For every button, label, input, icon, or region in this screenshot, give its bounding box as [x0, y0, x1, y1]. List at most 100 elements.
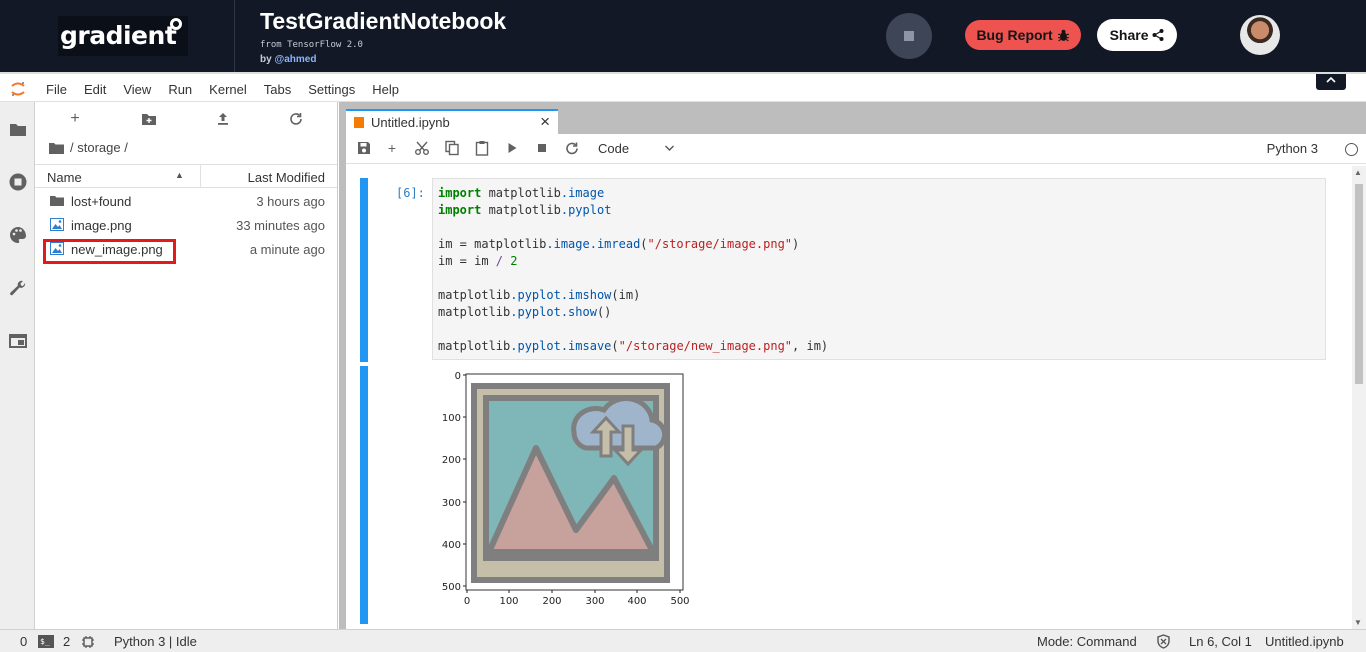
top-bar: gradient TestGradientNotebook from Tenso… [0, 0, 1366, 72]
save-icon[interactable] [356, 140, 372, 156]
menu-settings[interactable]: Settings [308, 82, 355, 97]
kernel-status[interactable]: Python 3 | Idle [114, 634, 197, 649]
column-divider [200, 165, 201, 188]
code-line: im = im / 2 [438, 254, 518, 268]
input-prompt: [6]: [396, 186, 425, 200]
cursor-position[interactable]: Ln 6, Col 1 [1189, 634, 1252, 649]
x-tick-label: 100 [499, 596, 518, 607]
x-tick-label: 500 [670, 596, 689, 607]
menu-tabs[interactable]: Tabs [264, 82, 291, 97]
chevron-up-icon [1326, 76, 1336, 83]
image-file-picture [471, 383, 670, 583]
code-line: im = matplotlib.image.imread("/storage/i… [438, 237, 800, 251]
bug-icon [1057, 29, 1069, 42]
paste-icon[interactable] [474, 140, 490, 156]
wrench-icon[interactable] [8, 278, 28, 298]
stop-icon[interactable] [534, 140, 550, 156]
collapse-header-button[interactable] [1316, 74, 1346, 90]
stop-icon [904, 31, 914, 41]
menu-run[interactable]: Run [168, 82, 192, 97]
code-cell-editor[interactable]: import matplotlib.image import matplotli… [432, 178, 1326, 360]
kernel-status-icon [1345, 143, 1358, 156]
close-icon[interactable]: × [540, 112, 550, 132]
code-line: import matplotlib.image [438, 186, 605, 200]
user-avatar[interactable] [1240, 15, 1280, 55]
y-tick-label: 100 [442, 413, 461, 424]
file-browser: + / storage / Name ▲ Last Modified lost+… [35, 102, 338, 629]
y-tick-label: 300 [442, 498, 461, 509]
x-tick-label: 0 [464, 596, 470, 607]
menu-view[interactable]: View [123, 82, 151, 97]
scroll-down-icon[interactable]: ▼ [1354, 618, 1362, 627]
y-axis: 0 100 200 300 400 500 [442, 371, 466, 593]
running-icon[interactable] [8, 172, 28, 192]
gradient-logo[interactable]: gradient [58, 16, 188, 56]
current-filename: Untitled.ipynb [1265, 634, 1344, 649]
sort-ascending-icon[interactable]: ▲ [175, 170, 184, 180]
x-tick-label: 300 [585, 596, 604, 607]
notebook-subtitle: from TensorFlow 2.0 [260, 40, 363, 50]
kernel-chip-icon[interactable] [81, 635, 95, 649]
code-line: import matplotlib.pyplot [438, 203, 612, 217]
scroll-up-icon[interactable]: ▲ [1354, 168, 1362, 177]
kernel-name[interactable]: Python 3 [1267, 141, 1318, 156]
restart-icon[interactable] [564, 140, 580, 156]
code-line: matplotlib.pyplot.show() [438, 305, 612, 319]
modified-column-header[interactable]: Last Modified [248, 170, 325, 185]
share-icon [1152, 29, 1164, 41]
refresh-icon[interactable] [287, 110, 305, 128]
image-file-icon [50, 242, 64, 255]
file-row[interactable]: new_image.png a minute ago [35, 237, 337, 264]
tabs-icon[interactable] [8, 331, 28, 351]
editor-mode[interactable]: Mode: Command [1037, 634, 1137, 649]
code-line: matplotlib.pyplot.imsave("/storage/new_i… [438, 339, 829, 353]
menu-file[interactable]: File [46, 82, 67, 97]
copy-icon[interactable] [444, 140, 460, 156]
folder-icon [50, 196, 64, 206]
header-divider [234, 0, 235, 72]
file-row[interactable]: image.png 33 minutes ago [35, 213, 337, 237]
bug-report-button[interactable]: Bug Report [965, 20, 1081, 50]
chevron-down-icon[interactable] [664, 140, 675, 156]
menu-help[interactable]: Help [372, 82, 399, 97]
main-dock-area: Untitled.ipynb × + Code Python 3 [6]: im… [339, 102, 1366, 629]
stop-notebook-button[interactable] [886, 13, 932, 59]
palette-icon[interactable] [8, 225, 28, 245]
new-launcher-button[interactable]: + [66, 110, 84, 128]
output-collapser[interactable] [360, 366, 368, 624]
cell-collapser[interactable] [360, 178, 368, 362]
tab-bar: Untitled.ipynb × [339, 102, 1366, 134]
y-tick-label: 500 [442, 582, 461, 593]
cut-icon[interactable] [414, 140, 430, 156]
y-tick-label: 400 [442, 540, 461, 551]
notebook-scrollbar[interactable]: ▲ ▼ [1352, 166, 1366, 629]
cell-type-select[interactable]: Code [598, 141, 629, 156]
status-bar: 0 $_ 2 Python 3 | Idle Mode: Command Ln … [0, 629, 1366, 652]
x-tick-label: 200 [542, 596, 561, 607]
name-column-header[interactable]: Name [47, 170, 82, 185]
status-count-a[interactable]: 0 [20, 634, 27, 649]
run-icon[interactable] [504, 140, 520, 156]
file-row[interactable]: lost+found 3 hours ago [35, 189, 337, 213]
notebook-icon [354, 117, 364, 128]
menu-edit[interactable]: Edit [84, 82, 106, 97]
new-folder-icon[interactable] [140, 110, 158, 128]
no-trust-icon[interactable] [1156, 634, 1171, 649]
output-image-plot: 0 100 200 300 400 500 0 100 200 300 400 … [442, 371, 690, 607]
add-cell-button[interactable]: + [384, 140, 400, 156]
jupyter-logo-icon [11, 82, 25, 96]
image-file-icon [50, 218, 64, 231]
folder-icon[interactable] [49, 142, 64, 154]
terminal-icon[interactable]: $_ [38, 635, 54, 648]
status-count-b[interactable]: 2 [63, 634, 70, 649]
menu-kernel[interactable]: Kernel [209, 82, 247, 97]
scrollbar-thumb[interactable] [1355, 184, 1363, 384]
upload-icon[interactable] [214, 110, 232, 128]
y-tick-label: 200 [442, 455, 461, 466]
folder-icon[interactable] [8, 120, 28, 140]
tab-untitled-ipynb[interactable]: Untitled.ipynb × [346, 109, 558, 134]
share-button[interactable]: Share [1097, 19, 1177, 51]
